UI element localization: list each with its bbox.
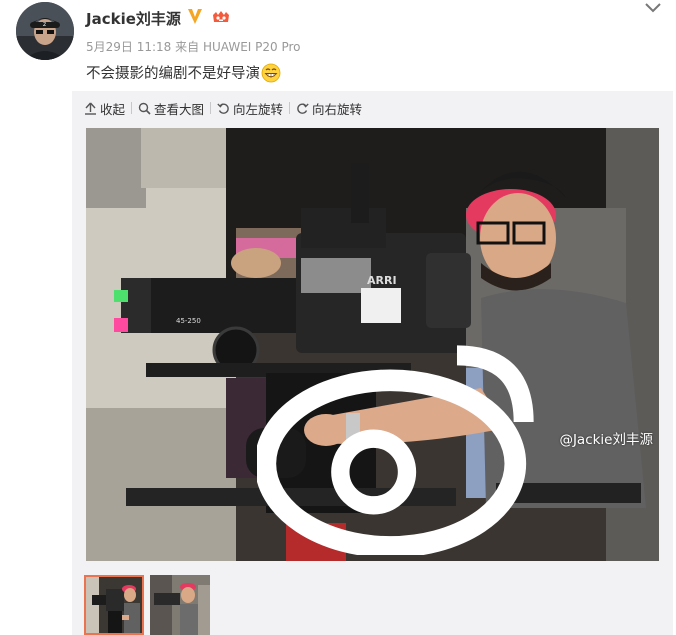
rotate-left-button[interactable]: 向左旋转: [217, 99, 283, 118]
username[interactable]: Jackie刘丰源: [86, 8, 181, 29]
post-date[interactable]: 5月29日 11:18: [86, 40, 171, 54]
toolbar-divider: [210, 102, 212, 114]
chevron-down-icon[interactable]: [644, 2, 662, 14]
media-toolbar: 收起 查看大图 向左旋转 向右旋转: [84, 99, 362, 117]
view-large-label: 查看大图: [154, 101, 205, 117]
post-text-content: 不会摄影的编剧不是好导演: [86, 66, 260, 82]
post-meta: 5月29日 11:18 来自 HUAWEI P20 Pro: [86, 38, 301, 55]
magnifier-icon: [138, 102, 151, 115]
rotate-right-label: 向右旋转: [312, 101, 363, 117]
collapse-arrow-icon: [85, 102, 96, 115]
grin-emoji-icon: [261, 63, 281, 82]
weibo-logo-icon: [257, 345, 535, 555]
view-large-button[interactable]: 查看大图: [138, 99, 204, 118]
source-device[interactable]: HUAWEI P20 Pro: [203, 40, 301, 54]
photo-watermark: @Jackie刘丰源: [257, 322, 653, 555]
member-icon[interactable]: [210, 9, 232, 25]
thumbnail-2[interactable]: [150, 575, 210, 635]
thumbnail-1[interactable]: [84, 575, 144, 635]
svg-text:ARRI: ARRI: [367, 274, 397, 287]
avatar[interactable]: z: [16, 2, 74, 60]
svg-text:45-250: 45-250: [176, 317, 201, 325]
rotate-left-label: 向左旋转: [233, 101, 284, 117]
weibo-post: z Jackie刘丰源 5月29日 11:18 来自 HUAWEI P20 Pr…: [0, 0, 676, 635]
thumbnail-strip: [84, 575, 216, 635]
rotate-right-icon: [297, 102, 309, 114]
toolbar-divider: [131, 102, 133, 114]
rotate-right-button[interactable]: 向右旋转: [296, 99, 362, 118]
verified-icon: [188, 9, 202, 24]
svg-text:z: z: [43, 21, 46, 28]
rotate-left-icon: [217, 102, 229, 114]
watermark-text: @Jackie刘丰源: [559, 432, 653, 449]
main-photo[interactable]: ARRI 45-250 @Jackie刘丰源: [86, 128, 659, 561]
collapse-label: 收起: [100, 101, 126, 117]
source-prefix: 来自: [175, 40, 200, 54]
post-text: 不会摄影的编剧不是好导演: [86, 62, 281, 83]
toolbar-divider: [289, 102, 291, 114]
collapse-button[interactable]: 收起: [84, 99, 125, 118]
